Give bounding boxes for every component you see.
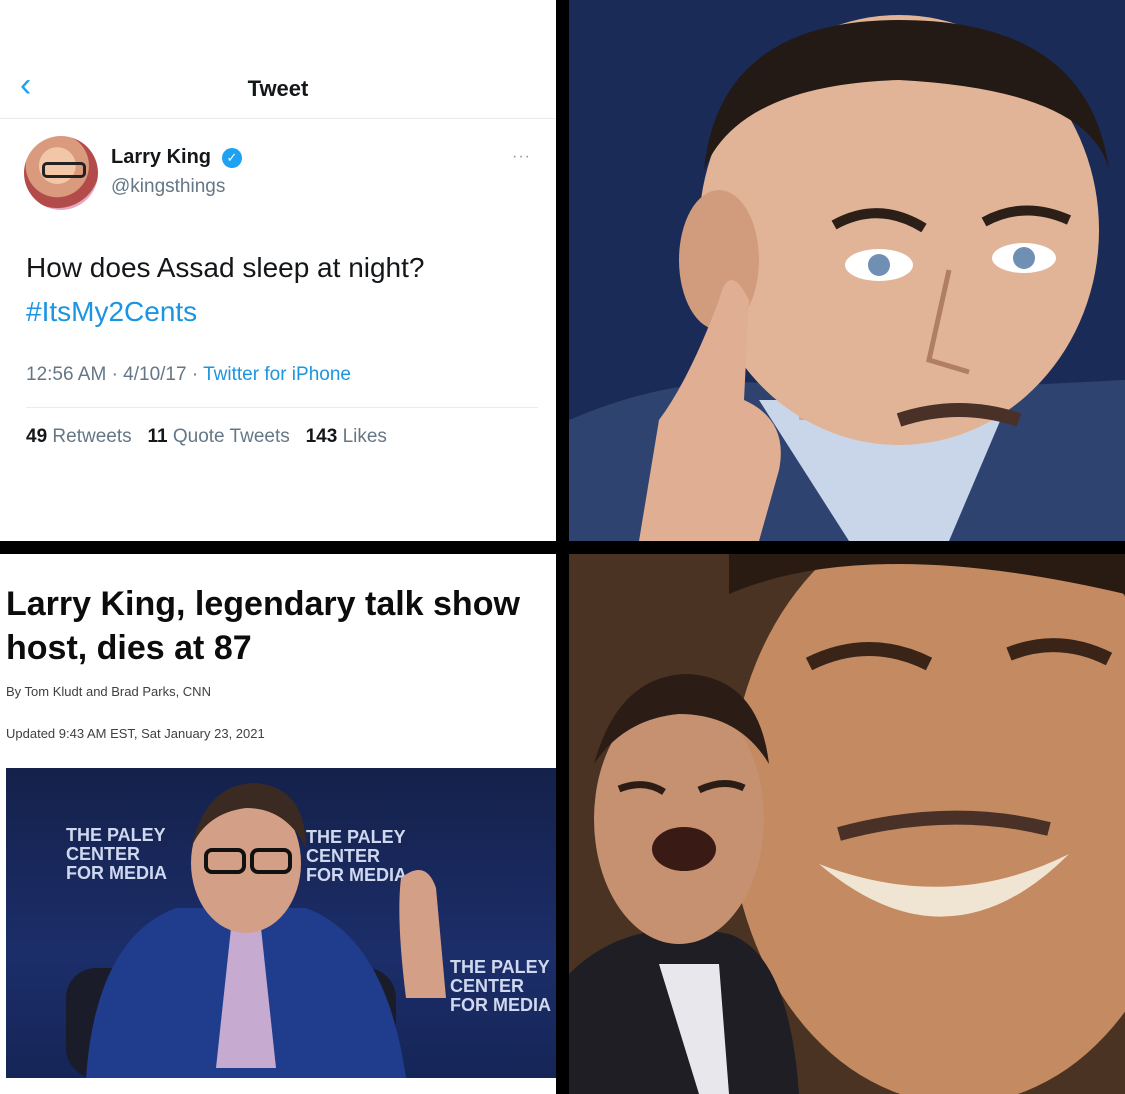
news-article-panel: Larry King, legendary talk show host, di… [0, 554, 556, 1094]
likes-label: Likes [342, 426, 387, 447]
quote-count: 11 [147, 426, 168, 447]
likes-count: 143 [305, 426, 338, 447]
more-dots-icon[interactable]: ··· [512, 148, 531, 166]
tweet-nav-bar: ‹ Tweet [0, 52, 556, 119]
user-display-name[interactable]: Larry King [111, 146, 211, 169]
meta-separator: · [191, 364, 204, 385]
avatar[interactable] [24, 136, 98, 210]
verified-badge-icon: ✓ [222, 148, 242, 168]
likes-stat[interactable]: 143 Likes [306, 426, 387, 447]
retweets-label: Retweets [52, 426, 132, 447]
user-handle[interactable]: @kingsthings [111, 176, 225, 198]
divider [26, 407, 538, 408]
quote-tweets-stat[interactable]: 11 Quote Tweets [147, 426, 289, 447]
nav-title: Tweet [247, 76, 309, 101]
tweet-time: 12:56 AM [26, 364, 107, 385]
seated-host-illustration [66, 783, 446, 1078]
photo-listening-panel [569, 0, 1125, 541]
tweet-source-link[interactable]: Twitter for iPhone [203, 364, 351, 385]
tweet-screenshot-panel: ‹ Tweet Larry King ✓ @kingsthings ··· Ho… [0, 0, 556, 541]
tweet-meta: 12:56 AM · 4/10/17 · Twitter for iPhone [26, 364, 351, 386]
article-updated-time: Updated 9:43 AM EST, Sat January 23, 202… [6, 726, 265, 741]
meta-separator: · [111, 364, 124, 385]
retweets-stat[interactable]: 49 Retweets [26, 426, 132, 447]
article-byline: By Tom Kludt and Brad Parks, CNN [6, 684, 211, 699]
photo-listening-illustration [569, 0, 1125, 541]
quote-label: Quote Tweets [172, 426, 290, 447]
tweet-body: How does Assad sleep at night? #ItsMy2Ce… [26, 246, 424, 334]
tweet-text: How does Assad sleep at night? [26, 252, 425, 283]
tweet-stats: 49 Retweets 11 Quote Tweets 143 Likes [26, 426, 387, 448]
tweet-hashtag-link[interactable]: #ItsMy2Cents [26, 290, 424, 334]
tweet-date: 4/10/17 [123, 364, 187, 385]
photo-laughing-panel [569, 554, 1125, 1094]
photo-laughing-illustration [569, 554, 1125, 1094]
article-headline[interactable]: Larry King, legendary talk show host, di… [6, 582, 546, 670]
article-photo: THE PALEY CENTER FOR MEDIA THE PALEY CEN… [6, 768, 556, 1078]
retweets-count: 49 [26, 426, 48, 447]
avatar-glasses [42, 162, 86, 178]
